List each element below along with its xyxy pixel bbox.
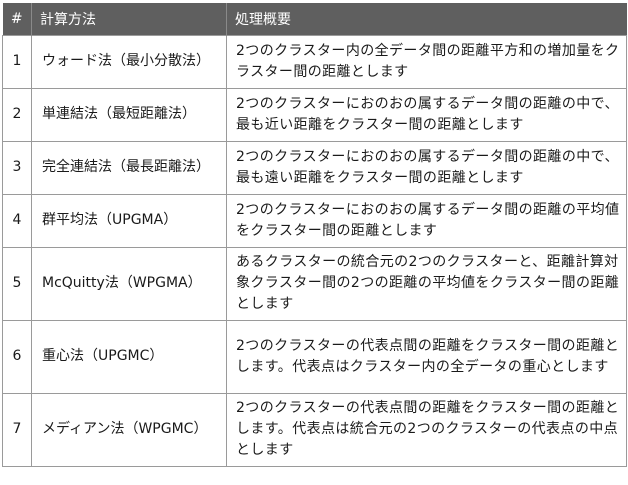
table-row: 1 ウォード法（最小分散法） 2つのクラスター内の全データ間の距離平方和の増加量… — [2, 34, 627, 89]
row-number: 2 — [2, 87, 32, 142]
method-description: 2つのクラスターにおのおの属するデータ間の距離の平均値をクラスター間の距離としま… — [226, 193, 627, 248]
row-number: 6 — [2, 319, 32, 394]
clustering-methods-table: # 計算方法 処理概要 1 ウォード法（最小分散法） 2つのクラスター内の全デー… — [2, 3, 627, 467]
header-number: # — [2, 3, 32, 35]
method-description: あるクラスターの統合元の2つのクラスターと、距離計算対象クラスター間の2つの距離… — [226, 246, 627, 321]
method-description: 2つのクラスターの代表点間の距離をクラスター間の距離とします。代表点は統合元の2… — [226, 392, 627, 467]
table-row: 4 群平均法（UPGMA） 2つのクラスターにおのおの属するデータ間の距離の平均… — [2, 193, 627, 248]
table-row: 2 単連結法（最短距離法） 2つのクラスターにおのおの属するデータ間の距離の中で… — [2, 87, 627, 142]
method-name: ウォード法（最小分散法） — [31, 34, 227, 89]
clustering-methods-table-container: # 計算方法 処理概要 1 ウォード法（最小分散法） 2つのクラスター内の全デー… — [2, 3, 627, 467]
header-method: 計算方法 — [31, 3, 227, 35]
table-row: 6 重心法（UPGMC） 2つのクラスターの代表点間の距離をクラスター間の距離と… — [2, 319, 627, 394]
method-name: McQuitty法（WPGMA） — [31, 246, 227, 321]
method-description: 2つのクラスター内の全データ間の距離平方和の増加量をクラスター間の距離とします — [226, 34, 627, 89]
header-description: 処理概要 — [226, 3, 627, 35]
row-number: 5 — [2, 246, 32, 321]
method-name: 完全連結法（最長距離法） — [31, 140, 227, 195]
row-number: 7 — [2, 392, 32, 467]
row-number: 1 — [2, 34, 32, 89]
method-description: 2つのクラスターにおのおの属するデータ間の距離の中で、最も遠い距離をクラスター間… — [226, 140, 627, 195]
method-description: 2つのクラスターにおのおの属するデータ間の距離の中で、最も近い距離をクラスター間… — [226, 87, 627, 142]
table-row: 7 メディアン法（WPGMC） 2つのクラスターの代表点間の距離をクラスター間の… — [2, 392, 627, 467]
table-row: 3 完全連結法（最長距離法） 2つのクラスターにおのおの属するデータ間の距離の中… — [2, 140, 627, 195]
method-name: 単連結法（最短距離法） — [31, 87, 227, 142]
method-name: メディアン法（WPGMC） — [31, 392, 227, 467]
table-header-row: # 計算方法 処理概要 — [2, 3, 627, 35]
row-number: 3 — [2, 140, 32, 195]
method-description: 2つのクラスターの代表点間の距離をクラスター間の距離とします。代表点はクラスター… — [226, 319, 627, 394]
row-number: 4 — [2, 193, 32, 248]
method-name: 重心法（UPGMC） — [31, 319, 227, 394]
table-row: 5 McQuitty法（WPGMA） あるクラスターの統合元の2つのクラスターと… — [2, 246, 627, 321]
method-name: 群平均法（UPGMA） — [31, 193, 227, 248]
